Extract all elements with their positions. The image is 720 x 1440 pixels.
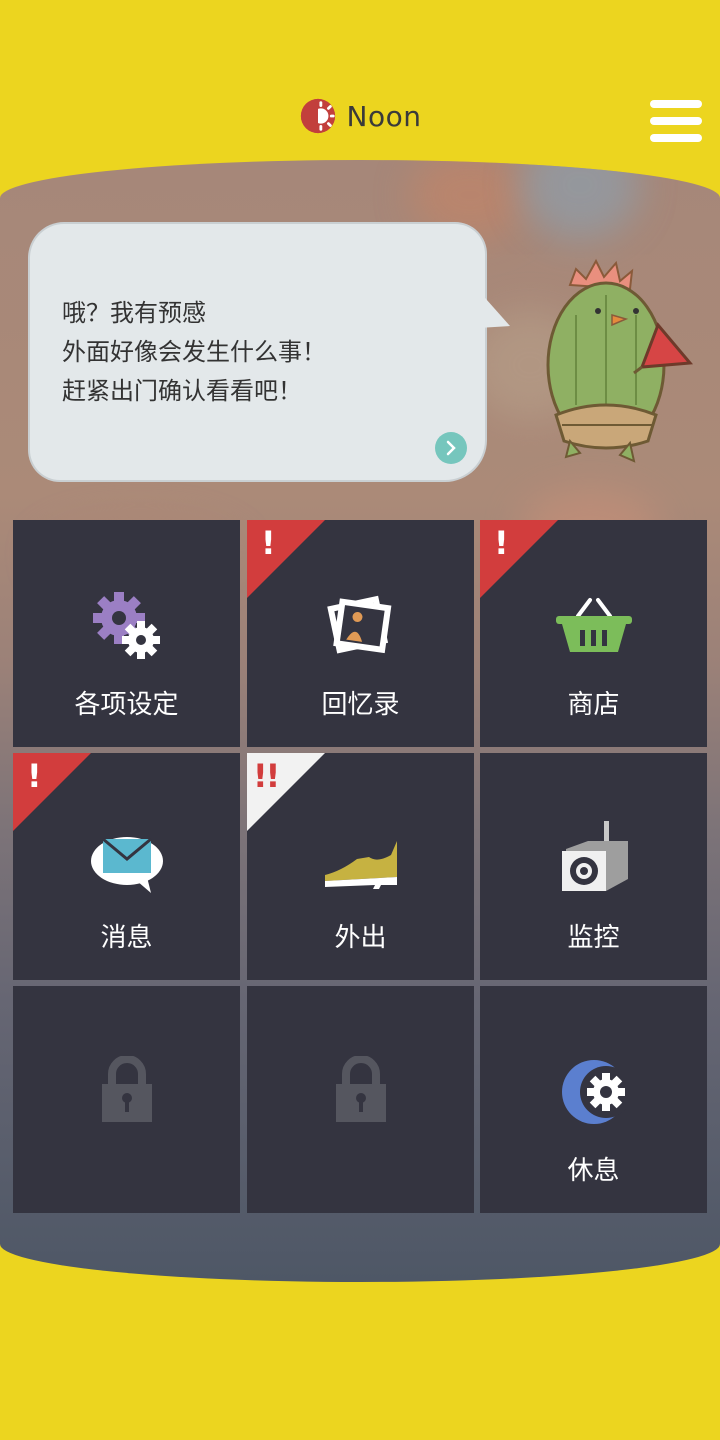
speech-bubble-tail xyxy=(478,290,510,328)
tile-go-out[interactable]: !! 外出 xyxy=(247,753,474,980)
alert-badge-mark: ! xyxy=(494,524,509,562)
bubble-line-3: 赶紧出门确认看看吧！ xyxy=(62,377,302,405)
tile-label: 监控 xyxy=(567,923,620,953)
tile-settings[interactable]: 各项设定 xyxy=(13,520,240,747)
tile-label: 回忆录 xyxy=(321,690,400,720)
tile-label: 休息 xyxy=(567,1156,620,1186)
tile-shop[interactable]: ! 商店 xyxy=(480,520,707,747)
tile-label: 外出 xyxy=(334,923,387,953)
gears-icon xyxy=(92,592,160,659)
tile-locked-2[interactable] xyxy=(247,986,474,1213)
tile-rest[interactable]: 休息 xyxy=(480,986,707,1213)
bubble-line-2: 外面好像会发生什么事！ xyxy=(62,338,326,366)
moon-gear-icon xyxy=(561,1060,627,1124)
next-button[interactable] xyxy=(435,432,467,464)
hamburger-menu-icon[interactable] xyxy=(650,100,702,146)
alert-badge-mark: ! xyxy=(261,524,276,562)
tile-label: 各项设定 xyxy=(74,690,179,720)
mail-bubble-icon xyxy=(90,837,163,893)
alert-badge xyxy=(480,520,558,598)
alert-badge-mark: !! xyxy=(253,757,280,795)
sun-half-icon xyxy=(300,98,335,134)
tile-messages[interactable]: ! 消息 xyxy=(13,753,240,980)
tile-monitor[interactable]: 监控 xyxy=(480,753,707,980)
photos-icon xyxy=(326,595,391,654)
alert-badge xyxy=(13,753,91,831)
alert-badge xyxy=(247,520,325,598)
alert-badge-mark: ! xyxy=(27,757,42,795)
tile-memories[interactable]: ! 回忆录 xyxy=(247,520,474,747)
speech-bubble-text: 哦？我有预感 外面好像会发生什么事！ 赶紧出门确认看看吧！ xyxy=(62,294,462,411)
time-of-day-label: Noon xyxy=(346,99,422,133)
chevron-right-icon xyxy=(446,440,456,456)
tile-locked-1[interactable] xyxy=(13,986,240,1213)
bubble-line-1: 哦？我有预感 xyxy=(62,299,206,327)
shoe-icon xyxy=(324,841,397,889)
cactus-mascot[interactable] xyxy=(540,255,700,470)
basket-icon xyxy=(555,598,632,652)
lock-icon xyxy=(335,1056,386,1122)
tile-label: 商店 xyxy=(567,690,620,720)
camera-speaker-icon xyxy=(561,821,628,891)
app-header: Noon xyxy=(0,88,720,144)
lock-icon xyxy=(101,1056,152,1122)
tile-label: 消息 xyxy=(100,923,153,953)
